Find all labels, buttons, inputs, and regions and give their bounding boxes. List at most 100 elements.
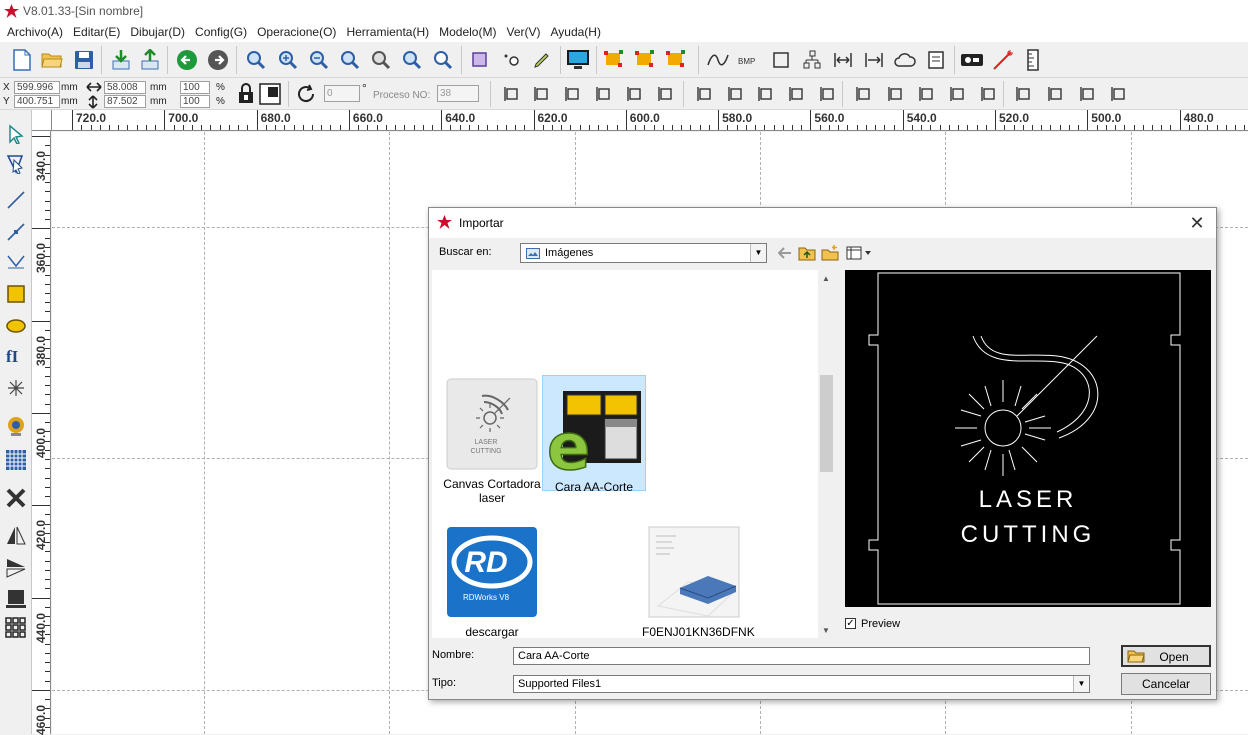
cloud-button[interactable] — [893, 48, 917, 72]
buscar-combo[interactable]: Imágenes ▼ — [520, 243, 767, 263]
move-bottom-left-button[interactable] — [946, 82, 970, 106]
distance-h-button[interactable] — [831, 48, 855, 72]
rectangle-tool-button[interactable] — [4, 282, 28, 306]
move-top-right-button[interactable] — [884, 82, 908, 106]
point-tool-button[interactable] — [4, 376, 28, 400]
list-item-selected[interactable]: e Cara AA-Corte — [542, 375, 646, 494]
align-1-button[interactable] — [603, 48, 627, 72]
redo-button[interactable] — [206, 48, 230, 72]
zoom-out-button[interactable] — [307, 48, 331, 72]
list-item[interactable]: LASER CUTTING Canvas Cortadora laser — [440, 378, 544, 506]
x-field[interactable]: 599.996 — [14, 81, 60, 94]
menu-operacione[interactable]: Operacione(O) — [252, 22, 341, 42]
list-item[interactable]: F0ENJ01KN36DFNK — [642, 526, 755, 639]
monitor-button[interactable] — [566, 48, 590, 72]
menu-modelo[interactable]: Modelo(M) — [434, 22, 501, 42]
frame-button[interactable] — [769, 48, 793, 72]
curve-tool-button[interactable] — [4, 250, 28, 274]
scrollbar-thumb[interactable] — [820, 375, 833, 472]
distribute-left-button[interactable] — [1012, 82, 1036, 106]
align-left-button[interactable] — [500, 82, 524, 106]
menu-archivo[interactable]: Archivo(A) — [2, 22, 68, 42]
camera-tool-button[interactable] — [4, 414, 28, 438]
align-bottom-button[interactable] — [592, 82, 616, 106]
import-button[interactable] — [109, 48, 133, 72]
open-button[interactable]: Open — [1121, 645, 1211, 667]
zoom-page-button[interactable] — [338, 48, 362, 72]
menu-ayuda[interactable]: Ayuda(H) — [546, 22, 606, 42]
nombre-input[interactable]: Cara AA-Corte — [513, 647, 1090, 665]
distribute-bottom-button[interactable] — [1107, 82, 1131, 106]
node-edit-button[interactable] — [530, 48, 554, 72]
chevron-up-icon[interactable]: ▲ — [822, 274, 830, 283]
align-center-v-button[interactable] — [654, 82, 678, 106]
distribute-right-button[interactable] — [1044, 82, 1068, 106]
file-list-scrollbar[interactable]: ▲ ▼ — [818, 270, 835, 638]
align-right-button[interactable] — [530, 82, 554, 106]
proceso-field[interactable]: 38 — [437, 85, 479, 102]
distance-v-button[interactable] — [862, 48, 886, 72]
open-file-button[interactable] — [40, 48, 64, 72]
list-item[interactable]: RD RDWorks V8 descargar — [440, 526, 544, 639]
y-field[interactable]: 400.751 — [14, 95, 60, 108]
zoom-in-button[interactable] — [276, 48, 300, 72]
align-center-h-button[interactable] — [623, 82, 647, 106]
scale-y-field[interactable]: 100 — [180, 95, 210, 108]
menu-editar[interactable]: Editar(E) — [68, 22, 125, 42]
distribute-top-button[interactable] — [1076, 82, 1100, 106]
laser-pointer-button[interactable] — [991, 48, 1015, 72]
angle-field[interactable]: 0 — [324, 85, 360, 102]
bmp-button[interactable]: BMP — [737, 48, 761, 72]
undo-button[interactable] — [175, 48, 199, 72]
tree-button[interactable] — [800, 48, 824, 72]
menu-herramienta[interactable]: Herramienta(H) — [341, 22, 434, 42]
select-tool-button[interactable] — [4, 122, 28, 146]
text-tool-button[interactable]: fI — [4, 344, 28, 368]
array-tool-button[interactable] — [4, 616, 28, 640]
height-field[interactable]: 87.502 — [104, 95, 146, 108]
align-3-button[interactable] — [665, 48, 689, 72]
delete-tool-button[interactable] — [4, 486, 28, 510]
width-field[interactable]: 58.008 — [104, 81, 146, 94]
file-list[interactable]: LASER CUTTING Canvas Cortadora laser e C… — [432, 270, 835, 639]
grid-tool-button[interactable] — [4, 448, 28, 472]
view-menu-button[interactable] — [845, 243, 873, 263]
back-button[interactable] — [775, 243, 795, 263]
node-tool-button[interactable] — [4, 152, 28, 176]
equal-space-v-button[interactable] — [816, 82, 840, 106]
save-button[interactable] — [72, 48, 96, 72]
zoom-select-button[interactable] — [369, 48, 393, 72]
zoom-window-button[interactable] — [431, 48, 455, 72]
cancel-button[interactable]: Cancelar — [1121, 673, 1211, 695]
close-button[interactable]: ✕ — [1186, 212, 1208, 234]
ruler-button[interactable] — [1021, 48, 1045, 72]
lock-ratio-button[interactable] — [234, 82, 258, 106]
equal-space-h-button[interactable] — [785, 82, 809, 106]
new-folder-button[interactable] — [820, 243, 840, 263]
origin-button[interactable] — [500, 48, 524, 72]
machine-button[interactable] — [960, 48, 984, 72]
same-width-button[interactable] — [693, 82, 717, 106]
select-layer-button[interactable] — [468, 48, 492, 72]
align-top-button[interactable] — [561, 82, 585, 106]
mirror-h-button[interactable] — [4, 524, 28, 548]
move-top-left-button[interactable] — [852, 82, 876, 106]
curve-button[interactable] — [706, 48, 730, 72]
align-tool-button[interactable] — [4, 586, 28, 610]
menu-config[interactable]: Config(G) — [190, 22, 252, 42]
tipo-select[interactable]: Supported Files1 ▼ — [513, 675, 1090, 693]
document-button[interactable] — [924, 48, 948, 72]
zoom-all-button[interactable] — [400, 48, 424, 72]
same-size-button[interactable] — [754, 82, 778, 106]
rotate-button[interactable] — [294, 82, 318, 106]
menu-dibujar[interactable]: Dibujar(D) — [125, 22, 190, 42]
move-bottom-right-button[interactable] — [915, 82, 939, 106]
mirror-v-button[interactable] — [4, 556, 28, 580]
up-folder-button[interactable] — [797, 243, 817, 263]
chevron-down-icon[interactable]: ▼ — [822, 626, 830, 635]
same-height-button[interactable] — [724, 82, 748, 106]
align-2-button[interactable] — [634, 48, 658, 72]
move-center-button[interactable] — [977, 82, 1001, 106]
polyline-tool-button[interactable] — [4, 220, 28, 244]
new-file-button[interactable] — [10, 48, 34, 72]
